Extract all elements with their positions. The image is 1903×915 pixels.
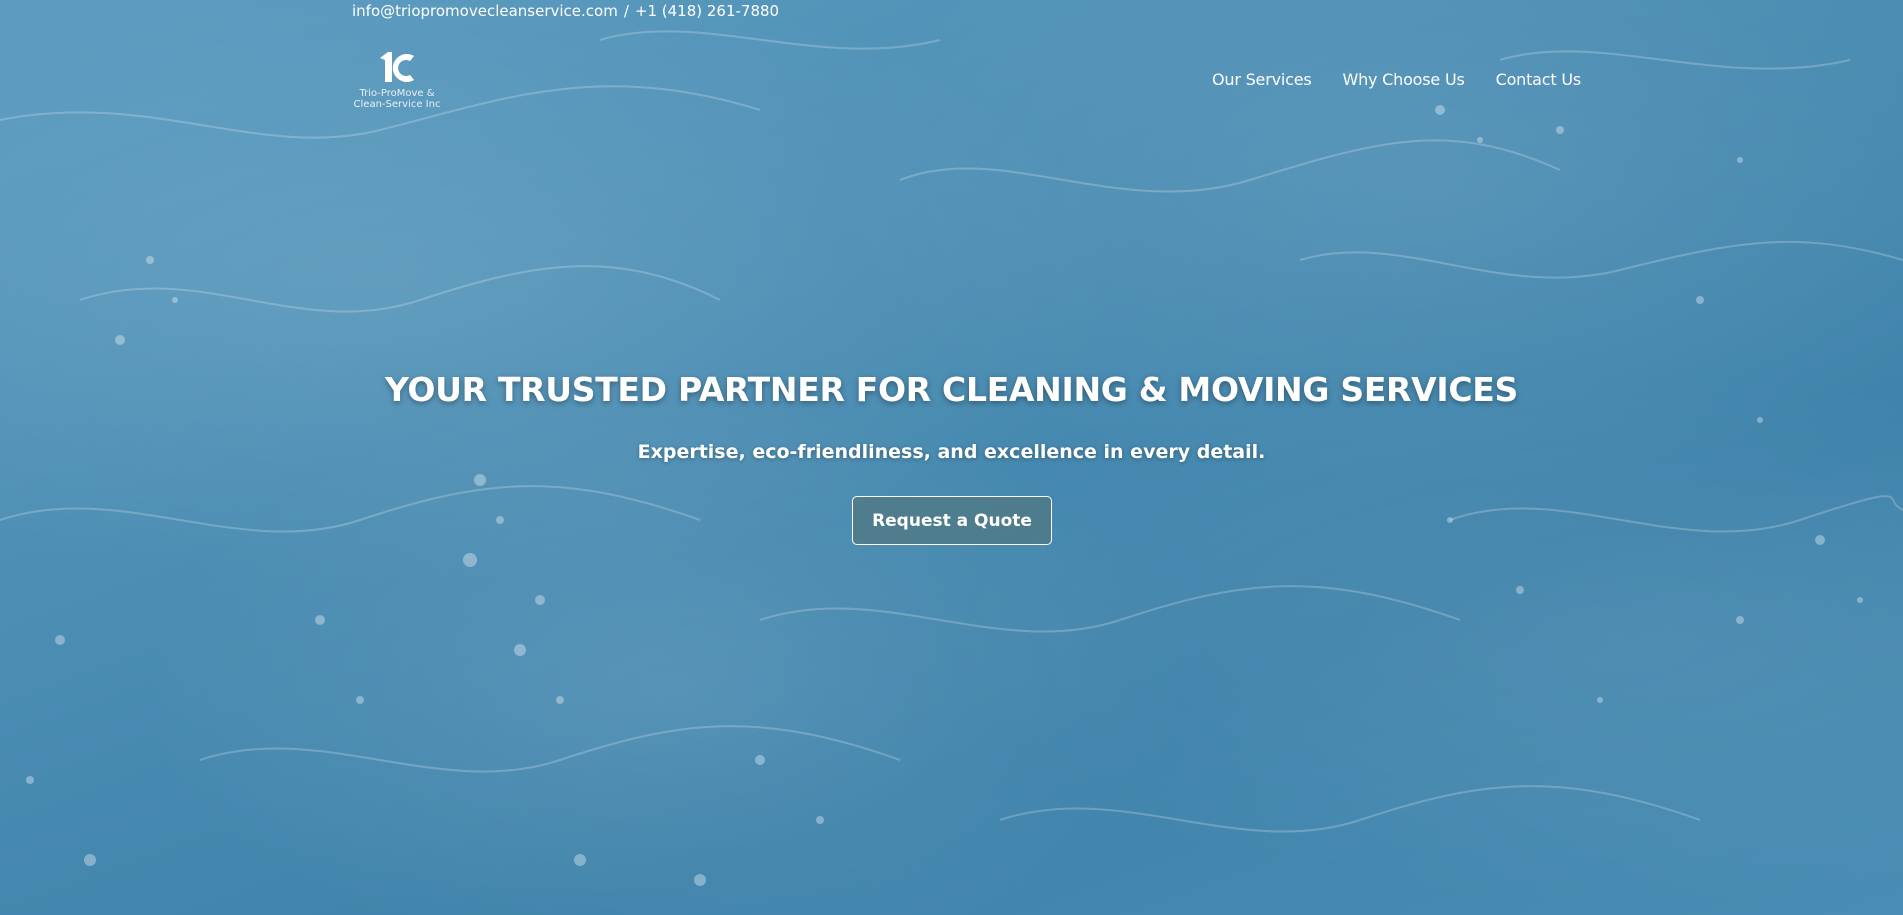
hero-subtitle: Expertise, eco-friendliness, and excelle… <box>637 441 1266 463</box>
main-nav: Our Services Why Choose Us Contact Us <box>1212 70 1581 89</box>
site-logo[interactable]: Trio-ProMove & Clean-Service Inc <box>352 48 442 118</box>
logo-line-1: Trio-ProMove & <box>359 88 435 99</box>
request-quote-button[interactable]: Request a Quote <box>852 496 1052 545</box>
contact-separator: / <box>623 2 629 20</box>
nav-our-services[interactable]: Our Services <box>1212 70 1312 89</box>
nav-contact-us[interactable]: Contact Us <box>1496 70 1582 89</box>
logo-line-2: Clean-Service Inc <box>353 99 441 110</box>
hero-section: info@triopromovecleanservice.com / +1 (418… <box>0 0 1903 915</box>
email-link[interactable]: info@triopromovecleanservice.com <box>352 2 618 20</box>
phone-link[interactable]: +1 (418) 261-7880 <box>635 2 779 20</box>
tc-monogram-icon <box>380 52 414 82</box>
nav-why-choose-us[interactable]: Why Choose Us <box>1342 70 1464 89</box>
hero-title: YOUR TRUSTED PARTNER FOR CLEANING & MOVI… <box>384 370 1519 409</box>
top-contact-bar: info@triopromovecleanservice.com / +1 (418… <box>352 0 779 22</box>
